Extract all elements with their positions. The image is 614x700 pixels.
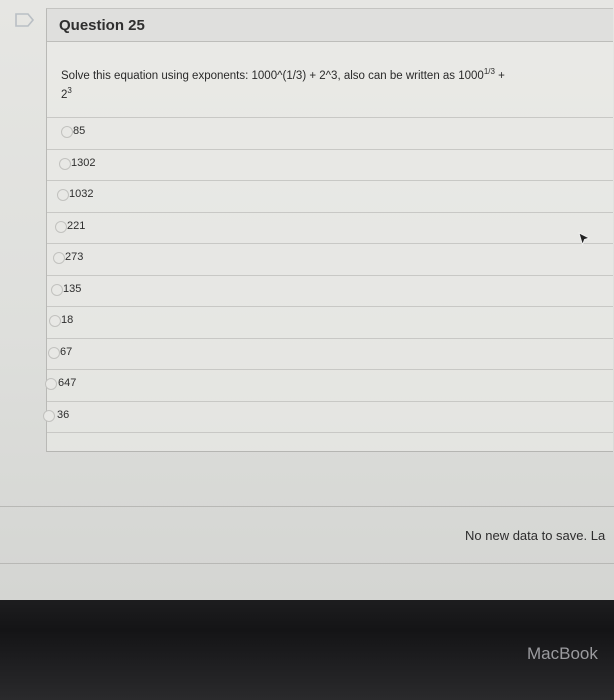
- answer-option[interactable]: 1032: [47, 181, 613, 213]
- radio-button[interactable]: [59, 157, 71, 170]
- question-card: Question 25 Solve this equation using ex…: [43, 8, 613, 452]
- prompt-main: Solve this equation using exponents: 100…: [61, 70, 484, 82]
- answer-option[interactable]: 67: [47, 339, 613, 370]
- answer-option-label: 85: [73, 125, 86, 137]
- answer-option-label: 135: [63, 282, 82, 295]
- answer-option[interactable]: 36: [43, 402, 613, 433]
- answer-option[interactable]: 273: [47, 244, 613, 276]
- answer-option-label: 273: [65, 251, 84, 263]
- laptop-brand-label: MacBook: [527, 644, 598, 663]
- answer-option-label: 67: [60, 345, 73, 358]
- answer-option-label: 36: [57, 408, 70, 421]
- status-bar: No new data to save. La: [0, 506, 614, 564]
- radio-button[interactable]: [48, 346, 60, 359]
- answer-option[interactable]: 18: [47, 307, 613, 339]
- answer-option[interactable]: 647: [45, 370, 613, 402]
- answer-option[interactable]: 135: [47, 276, 613, 307]
- answer-option-label: 1302: [71, 156, 96, 169]
- answer-option-label: 18: [61, 314, 74, 326]
- mouse-cursor-icon: [578, 232, 590, 246]
- prompt-plus: +: [494, 70, 505, 82]
- question-prompt: Solve this equation using exponents: 100…: [61, 67, 581, 105]
- radio-button[interactable]: [45, 378, 57, 390]
- radio-button[interactable]: [51, 283, 63, 296]
- radio-button[interactable]: [61, 126, 73, 138]
- answer-options: 85 1302 1032 221 273 135 18 67 647 36: [43, 117, 613, 433]
- answer-option-label: 1032: [69, 188, 94, 200]
- question-title: Question 25: [59, 17, 145, 34]
- answer-option-label: 647: [58, 377, 77, 389]
- answer-option-label: 221: [67, 219, 86, 232]
- radio-button[interactable]: [53, 252, 65, 264]
- radio-button[interactable]: [43, 409, 55, 422]
- radio-button[interactable]: [57, 189, 69, 201]
- laptop-bezel: MacBook: [0, 600, 614, 700]
- prompt-exponent-1: 1/3: [483, 67, 495, 76]
- save-status-message: No new data to save. La: [465, 528, 606, 543]
- prompt-exponent-2: 3: [67, 86, 72, 95]
- answer-option[interactable]: 85: [47, 117, 613, 150]
- flag-question-icon[interactable]: [14, 12, 36, 28]
- browser-screen: Question 25 Solve this equation using ex…: [0, 0, 614, 600]
- radio-button[interactable]: [49, 315, 61, 327]
- radio-button[interactable]: [55, 220, 67, 233]
- question-header: Question 25: [47, 9, 613, 42]
- answer-option[interactable]: 1302: [47, 150, 613, 181]
- answer-option[interactable]: 221: [47, 213, 613, 244]
